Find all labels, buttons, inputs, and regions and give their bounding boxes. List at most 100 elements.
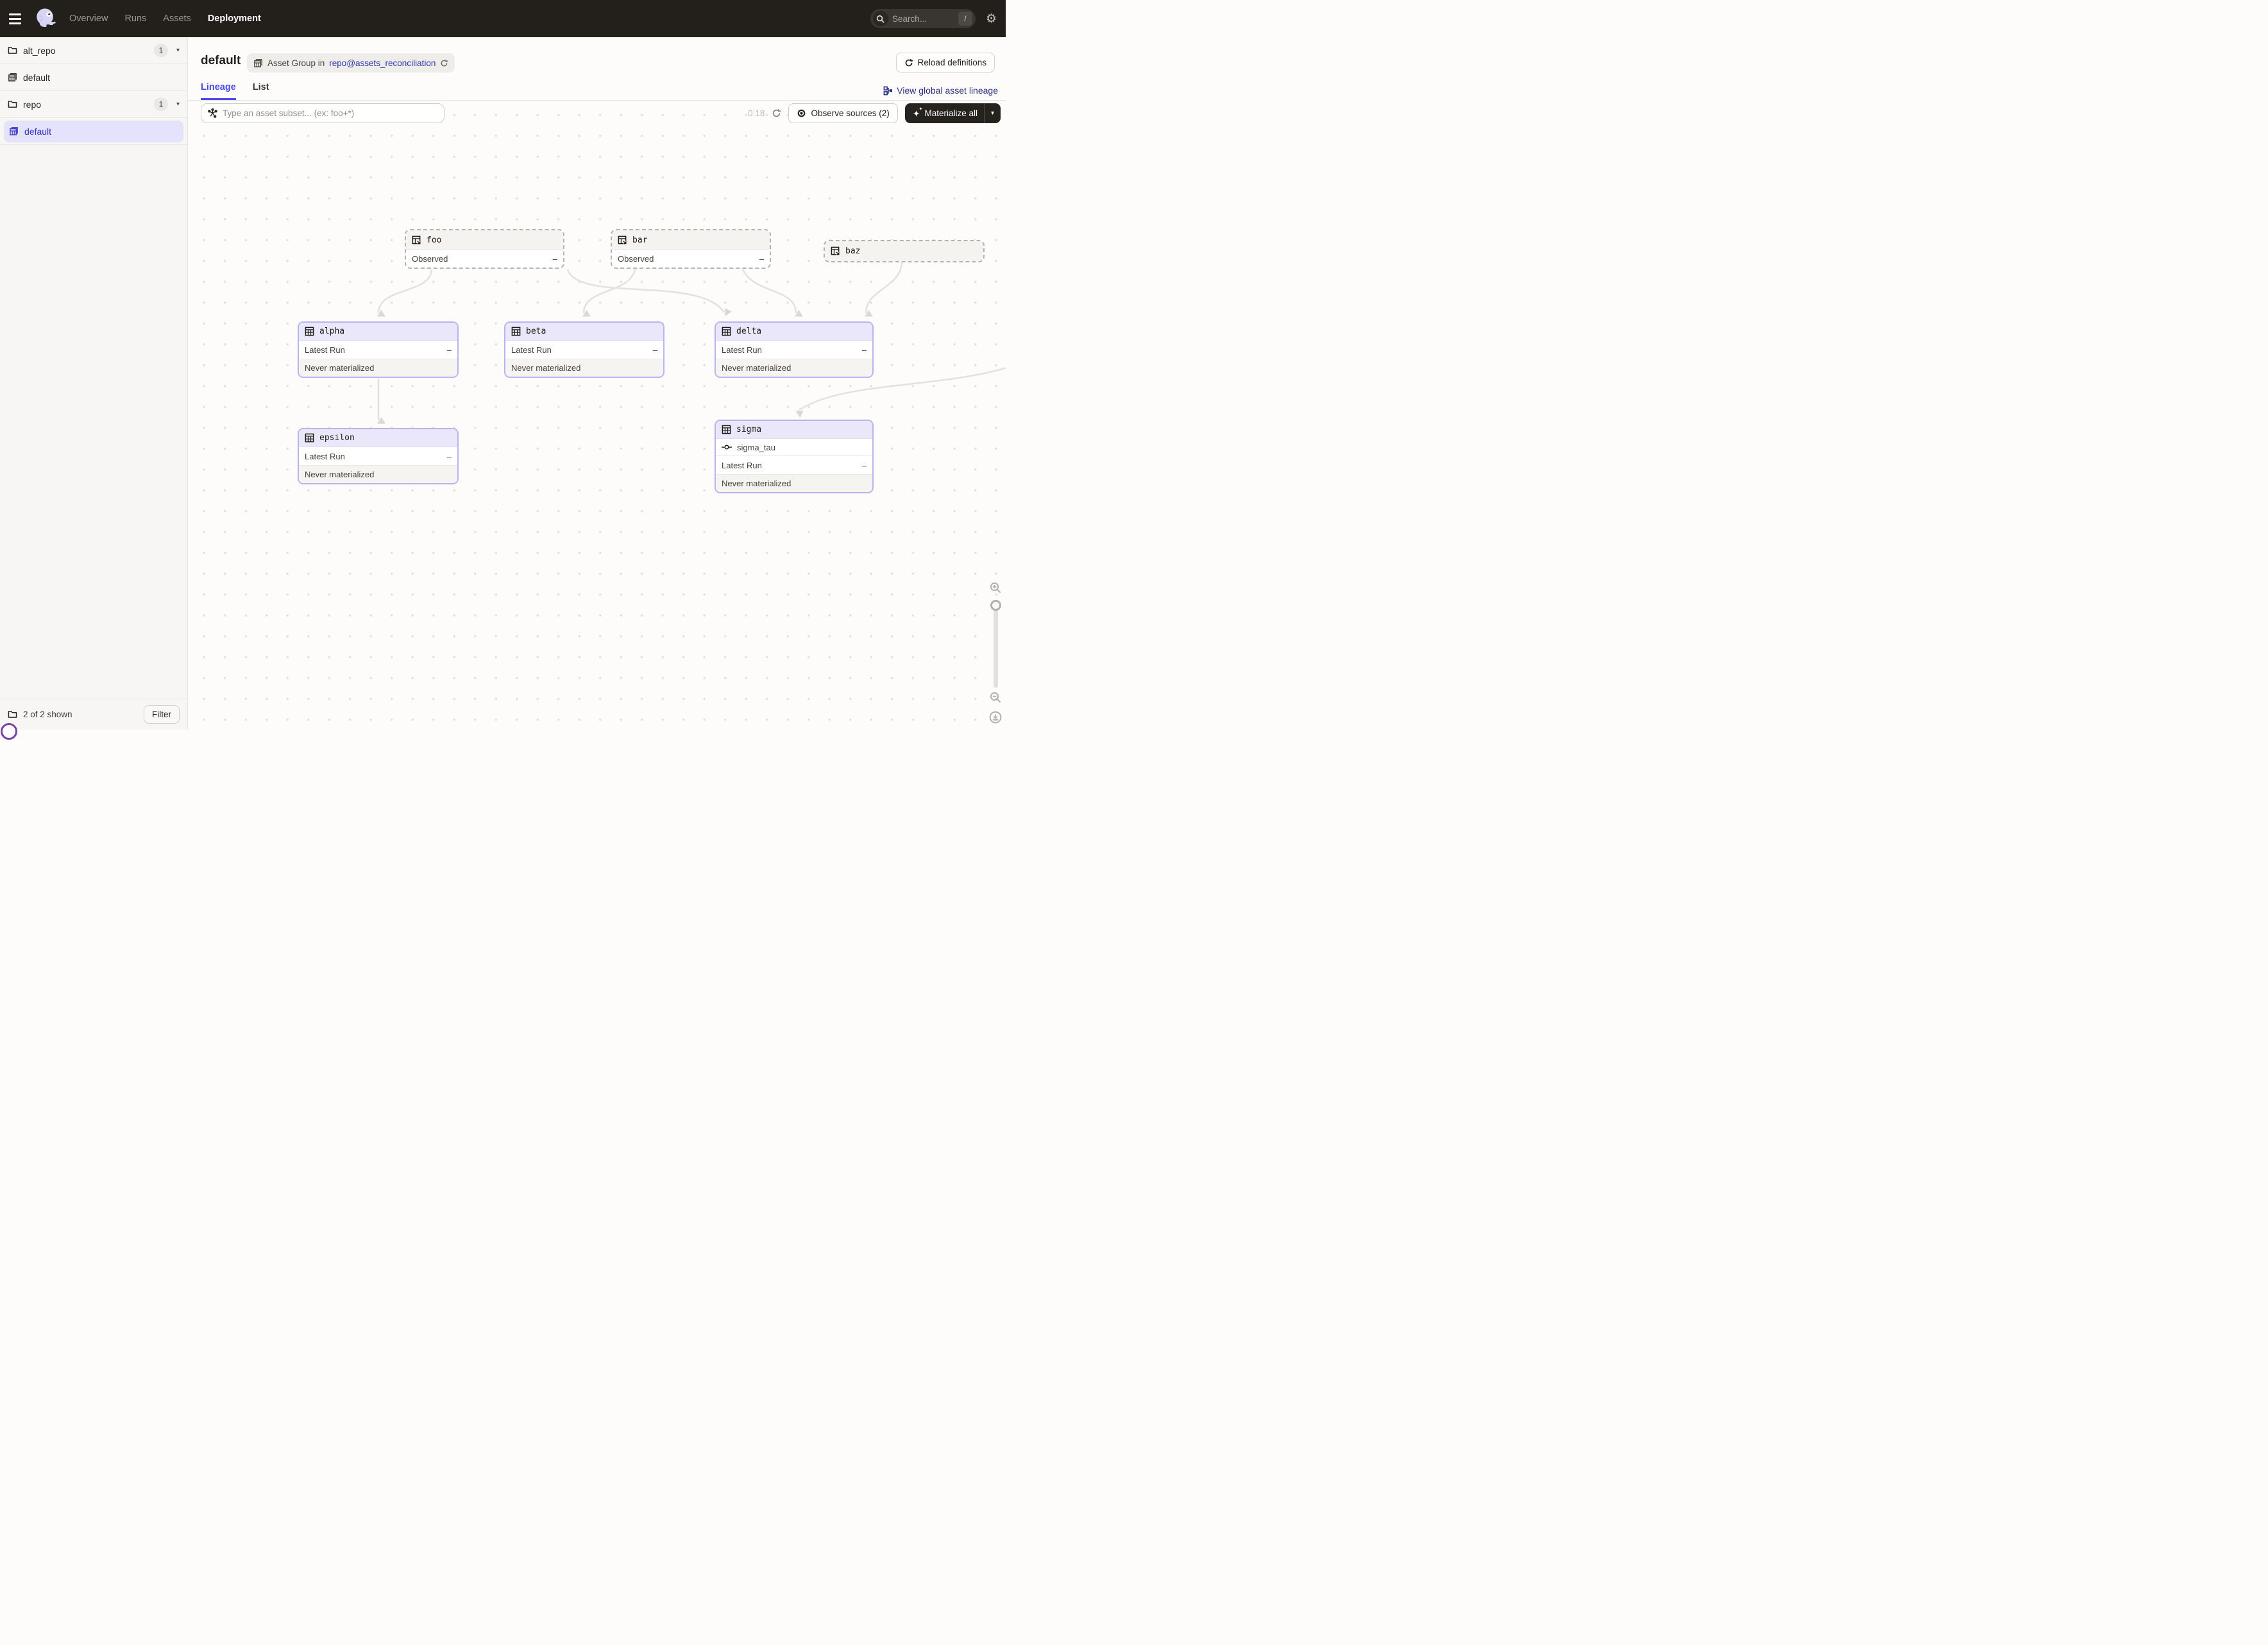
tab-list[interactable]: List	[253, 82, 269, 100]
source-asset-icon	[412, 235, 421, 245]
folder-icon	[8, 46, 17, 55]
asset-group-icon	[8, 72, 17, 82]
materialization-status: Never materialized	[505, 359, 663, 377]
asset-table-icon	[722, 425, 731, 434]
materialize-all-button[interactable]: ✦✦ Materialize all ▾	[905, 103, 1001, 123]
materialization-status: Never materialized	[716, 359, 872, 377]
sidebar-item-repo[interactable]: repo 1 ▾	[0, 91, 187, 118]
row-value: –	[759, 254, 764, 264]
row-label: Latest Run	[722, 345, 762, 355]
canvas-toolbar: 0:18 Observe sources (2) ✦✦ Materialize …	[748, 103, 1001, 123]
repo-link[interactable]: repo@assets_reconciliation	[329, 58, 436, 68]
asset-name: bar	[632, 235, 647, 245]
sidebar-item-default-group-alt[interactable]: default	[0, 64, 187, 91]
chevron-down-icon[interactable]: ▾	[176, 47, 180, 54]
asset-node-baz[interactable]: baz	[824, 240, 985, 262]
row-label: Latest Run	[305, 345, 345, 355]
page-title: default	[201, 54, 241, 68]
view-tabs: Lineage List	[201, 82, 269, 100]
sidebar-item-label: default	[24, 126, 51, 137]
source-asset-icon	[618, 235, 627, 245]
sidebar-footer: 2 of 2 shown Filter	[0, 699, 187, 729]
row-value: –	[653, 345, 657, 355]
asset-group-tag: Asset Group in repo@assets_reconciliatio…	[247, 53, 455, 72]
refresh-timer: 0:18	[748, 108, 765, 118]
asset-name: epsilon	[319, 433, 355, 443]
materialization-status: Never materialized	[716, 474, 872, 492]
row-value: –	[553, 254, 557, 264]
asset-check-icon	[722, 444, 732, 450]
gear-icon[interactable]: ⚙	[986, 13, 997, 25]
row-label: Latest Run	[305, 452, 345, 461]
asset-group-icon	[253, 58, 263, 68]
lineage-canvas[interactable]: 0:18 Observe sources (2) ✦✦ Materialize …	[188, 101, 1006, 729]
asset-name: sigma	[736, 425, 761, 434]
source-asset-icon	[831, 246, 840, 256]
global-lineage-label: View global asset lineage	[897, 85, 998, 96]
filter-button[interactable]: Filter	[144, 705, 180, 724]
folder-icon	[8, 710, 17, 719]
tag-prefix-label: Asset Group in	[267, 58, 325, 68]
zoom-in-icon[interactable]	[990, 582, 1001, 593]
row-label: Observed	[412, 254, 448, 264]
zoom-out-icon[interactable]	[990, 692, 1001, 703]
canvas-zoom-controls	[988, 582, 1003, 724]
reload-definitions-label: Reload definitions	[918, 58, 986, 67]
materialize-dropdown-caret[interactable]: ▾	[984, 103, 1001, 123]
materialize-all-label: Materialize all	[924, 108, 977, 118]
observe-sources-button[interactable]: Observe sources (2)	[788, 103, 897, 123]
refresh-icon	[904, 58, 913, 67]
row-value: –	[447, 345, 452, 355]
chevron-down-icon[interactable]: ▾	[176, 101, 180, 108]
asset-count-badge: 1	[154, 44, 168, 57]
asset-node-epsilon[interactable]: epsilon Latest Run – Never materialized	[298, 428, 459, 484]
asset-table-icon	[722, 327, 731, 336]
asset-subset-filter[interactable]	[201, 103, 444, 123]
sparkle-icon: ✦✦	[913, 109, 920, 118]
materialization-status: Never materialized	[299, 359, 457, 377]
reload-icon[interactable]	[440, 59, 448, 67]
reload-definitions-button[interactable]: Reload definitions	[896, 53, 995, 72]
asset-graph-filter-icon	[208, 108, 217, 118]
asset-node-sigma[interactable]: sigma sigma_tau Latest Run – Never mater…	[715, 420, 874, 493]
hamburger-menu-icon[interactable]	[9, 9, 28, 28]
main-content: default Asset Group in repo@assets_recon…	[188, 37, 1006, 729]
row-label: Observed	[618, 254, 654, 264]
lineage-graph-icon	[883, 86, 893, 96]
search-shortcut-badge: /	[958, 12, 972, 26]
nav-item-runs[interactable]: Runs	[124, 13, 146, 24]
asset-subset-input[interactable]	[223, 108, 437, 118]
nav-item-deployment[interactable]: Deployment	[208, 13, 261, 24]
asset-name: delta	[736, 327, 761, 336]
asset-name: alpha	[319, 327, 344, 336]
nav-item-assets[interactable]: Assets	[163, 13, 191, 24]
asset-node-foo[interactable]: foo Observed –	[405, 229, 564, 269]
search-input[interactable]	[888, 14, 958, 24]
global-search[interactable]: /	[870, 9, 976, 28]
asset-node-bar[interactable]: bar Observed –	[611, 229, 771, 269]
asset-group-icon	[9, 126, 19, 136]
primary-nav: Overview Runs Assets Deployment	[69, 13, 261, 24]
eye-icon	[797, 108, 806, 118]
sidebar-item-label: alt_repo	[23, 46, 56, 56]
folder-icon	[8, 100, 17, 108]
asset-node-beta[interactable]: beta Latest Run – Never materialized	[504, 321, 664, 378]
asset-count-badge: 1	[154, 98, 168, 111]
sidebar-item-default-group-selected[interactable]: default	[0, 118, 187, 145]
tab-lineage[interactable]: Lineage	[201, 82, 236, 100]
materialization-status: Never materialized	[299, 465, 457, 483]
download-view-icon[interactable]	[989, 711, 1002, 724]
row-value: –	[447, 452, 452, 461]
help-bubble-peek	[1, 723, 17, 740]
view-global-asset-lineage-link[interactable]: View global asset lineage	[883, 85, 998, 96]
dagster-logo-icon[interactable]	[33, 6, 58, 31]
nav-item-overview[interactable]: Overview	[69, 13, 108, 24]
asset-node-alpha[interactable]: alpha Latest Run – Never materialized	[298, 321, 459, 378]
zoom-slider-handle[interactable]	[990, 600, 1001, 611]
asset-check-name: sigma_tau	[737, 443, 775, 452]
refresh-icon[interactable]	[772, 108, 781, 118]
asset-node-delta[interactable]: delta Latest Run – Never materialized	[715, 321, 874, 378]
code-location-sidebar: alt_repo 1 ▾ default repo 1 ▾ default 2 …	[0, 37, 188, 729]
zoom-slider-track[interactable]	[994, 606, 998, 688]
sidebar-item-alt-repo[interactable]: alt_repo 1 ▾	[0, 37, 187, 64]
